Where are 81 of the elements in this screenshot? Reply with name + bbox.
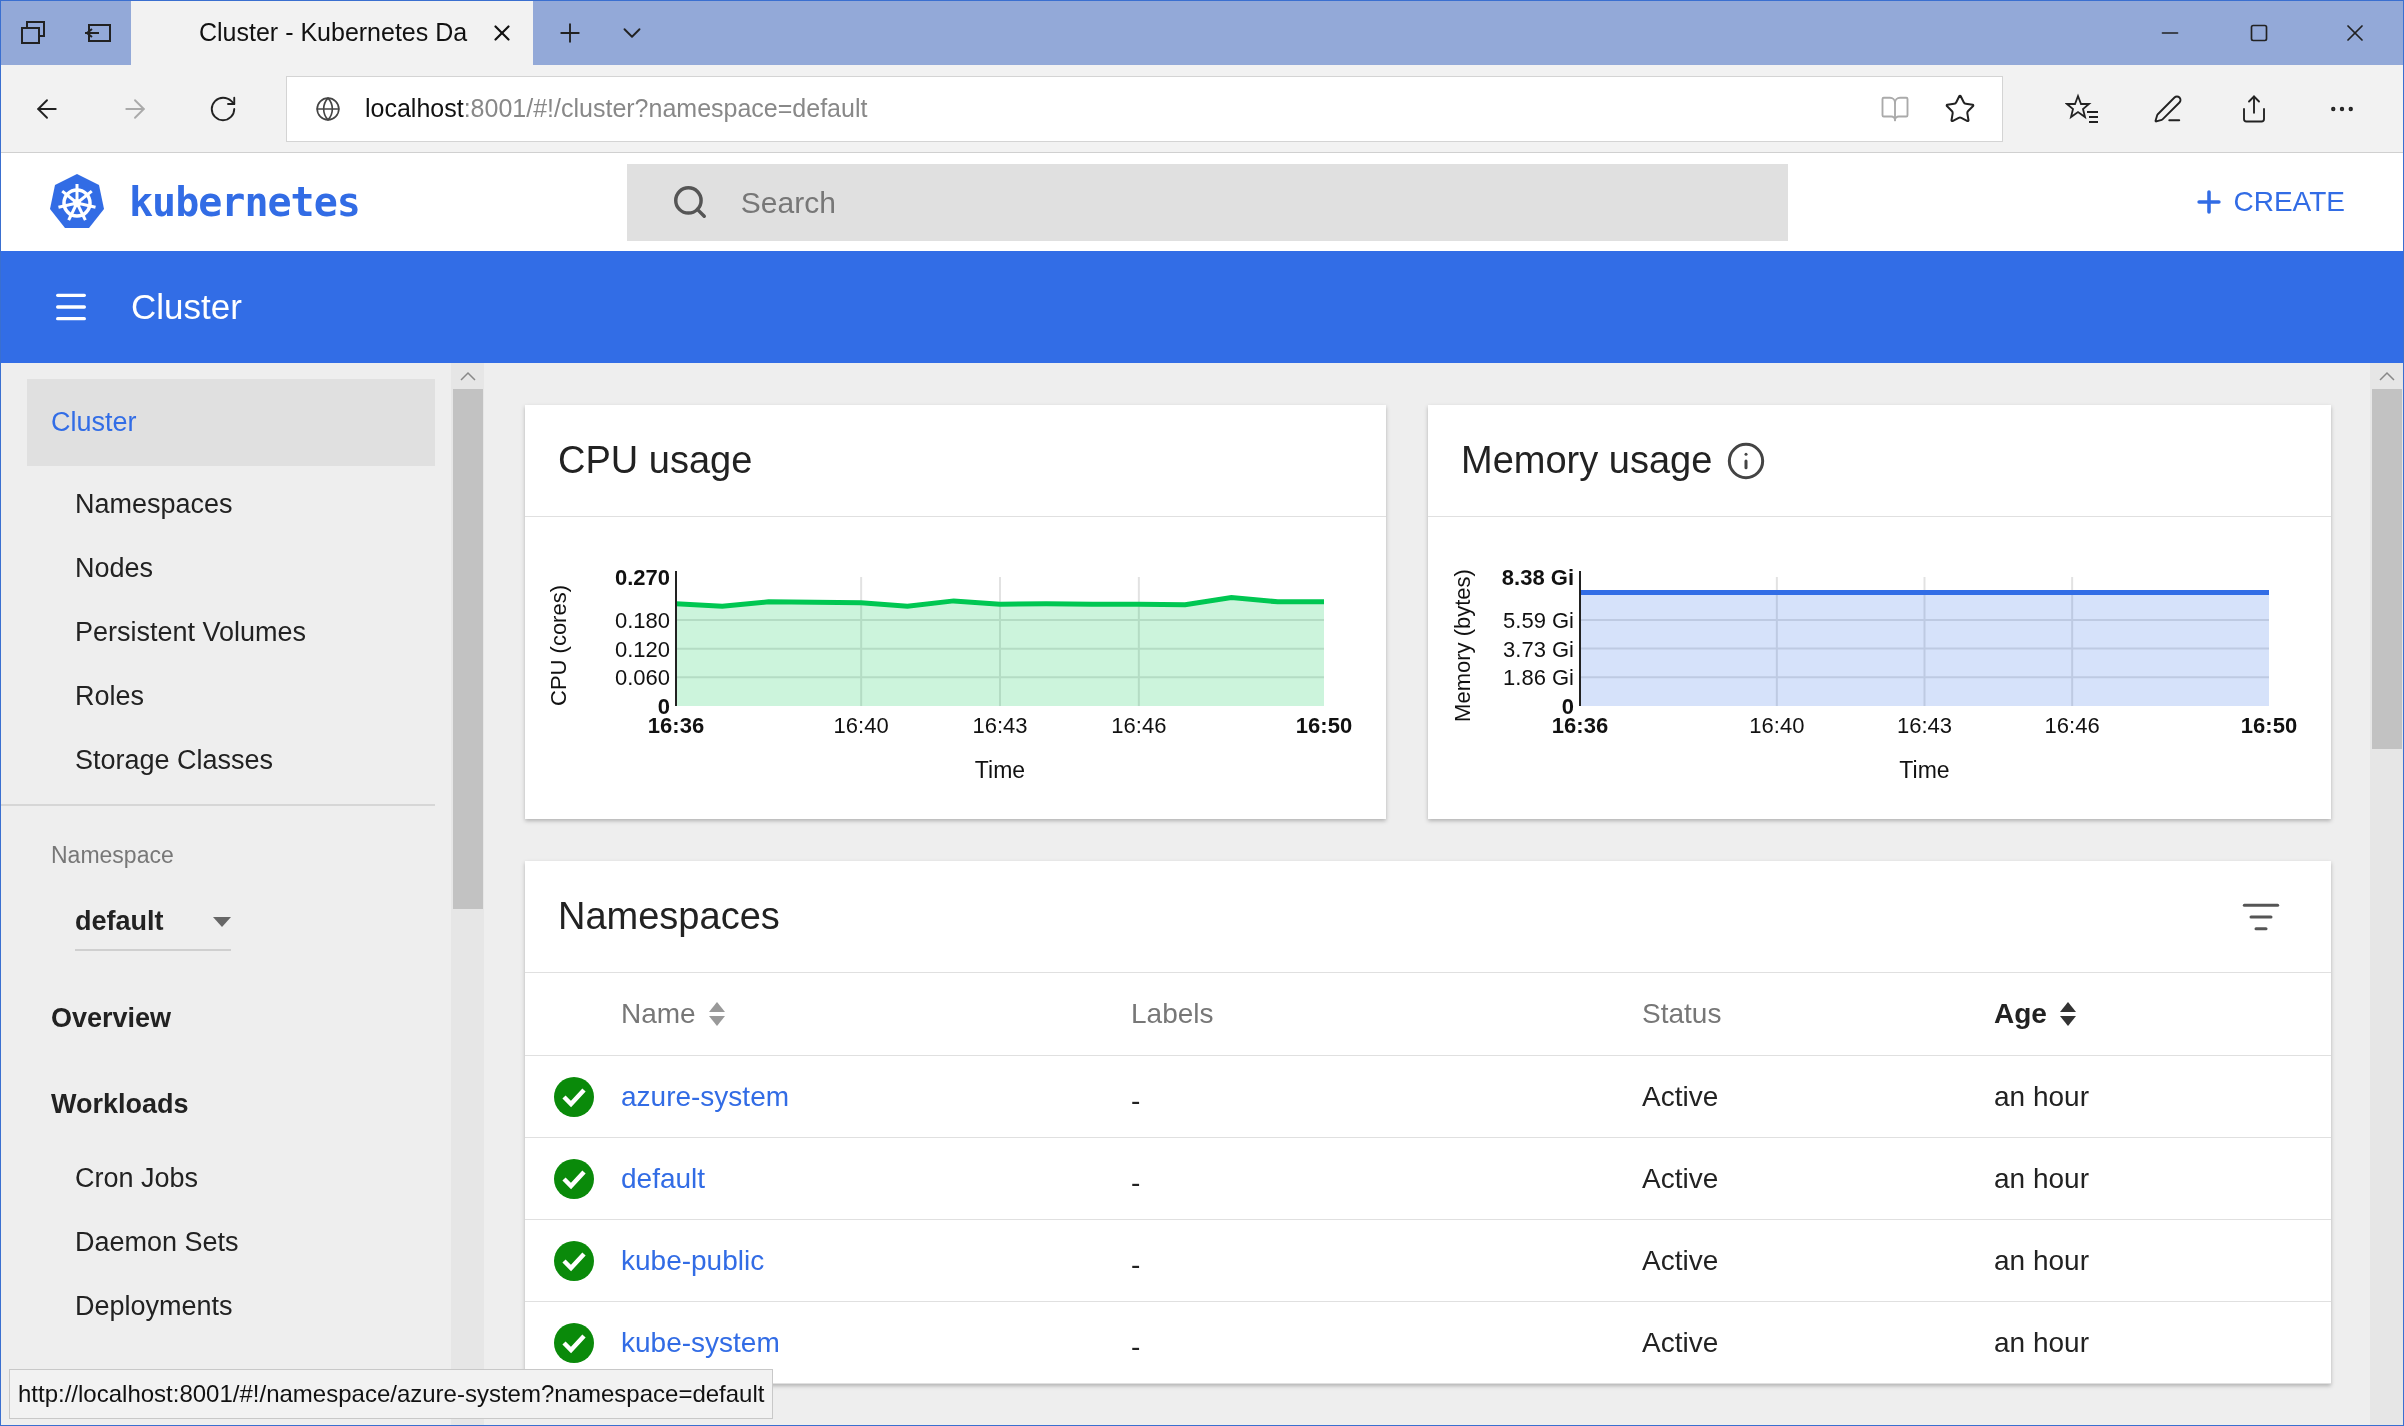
card-title: Memory usage [1461,438,1713,483]
axis-title: Time [1899,757,1950,783]
sidebar-item[interactable]: Workloads [27,1072,435,1137]
card-title: CPU usage [558,438,753,483]
axis-tick-label: 0.120 [614,636,670,662]
namespace-link[interactable]: kube-public [621,1239,765,1282]
axis-tick-label: 0.270 [614,565,670,590]
column-header[interactable]: Name [621,993,1131,1035]
check-icon [553,1239,595,1282]
scroll-up-icon[interactable] [2378,371,2395,381]
namespace-link[interactable]: kube-system [621,1321,780,1364]
table-cell-text: - [1131,1247,1141,1282]
browser-tab[interactable]: Cluster - Kubernetes Da [131,1,533,65]
axis-tick-label: 0.180 [614,608,670,633]
globe-icon [315,95,341,122]
sidebar-item[interactable]: Cluster [27,379,435,466]
sidebar-item[interactable]: Daemon Sets [27,1210,435,1275]
axis-tick-label: 0.060 [614,665,670,691]
table-cell-text: an hour [1994,1079,2089,1114]
table-cell-text: Active [1642,1243,1719,1278]
table-cell-text: an hour [1994,1325,2089,1360]
favorites-icon[interactable] [2065,92,2099,125]
sidebar-item[interactable]: Deployments [27,1274,435,1339]
sidebar-item[interactable]: Cron Jobs [27,1146,435,1211]
sidebar-item[interactable]: Overview [27,986,435,1051]
info-icon[interactable] [1726,440,1767,481]
table-cell-text: an hour [1994,1161,2089,1196]
column-header: Labels [1131,997,1215,1031]
axis-tick-label: 16:46 [1111,713,1167,738]
tabs-icon[interactable] [19,19,47,47]
maximize-icon[interactable] [2249,23,2269,43]
scroll-up-icon[interactable] [459,371,476,381]
check-icon [553,1157,595,1200]
table-cell-text: an hour [1994,1243,2089,1278]
table-cell-text: - [1131,1083,1141,1118]
column-header[interactable]: Age [1994,993,2331,1035]
create-button[interactable]: CREATE [2191,181,2345,223]
star-icon[interactable] [1944,92,1976,125]
url-text: localhost:8001/#!/cluster?namespace=default [365,92,868,124]
namespace-link[interactable]: azure-system [621,1075,790,1118]
axis-tick-label: 16:50 [2240,713,2298,738]
axis-tick-label: 16:46 [2044,713,2100,738]
table-cell-text: - [1131,1165,1141,1200]
axis-tick-label: 8.38 Gi [1501,565,1574,590]
sidebar-item[interactable]: Storage Classes [27,728,435,792]
scrollbar-thumb[interactable] [452,389,483,909]
caret-icon [213,916,231,927]
axis-tick-label: 16:43 [1896,713,1953,738]
axis-tick-label: 16:40 [1749,713,1805,738]
page-title: Cluster [131,285,242,328]
axis-tick-label: 16:50 [1295,713,1353,738]
logo-text: kubernetes [129,178,360,227]
table-cell-text: Active [1642,1079,1719,1114]
axis-title: CPU (cores) [546,585,571,706]
sidebar-item[interactable]: Persistent Volumes [27,600,435,664]
sidebar-item[interactable]: Namespaces [27,472,435,536]
axis-tick-label: 16:43 [972,713,1028,738]
check-icon [553,1075,595,1118]
axis-title: Memory (bytes) [1450,569,1475,722]
address-bar[interactable]: localhost:8001/#!/cluster?namespace=default [286,75,2003,142]
tab-title: Cluster - Kubernetes Da [199,17,468,49]
status-url-tooltip: http://localhost:8001/#!/namespace/azure-system?namespace=default [9,1369,774,1419]
card-title: Namespaces [558,894,780,939]
pen-icon[interactable] [2153,93,2183,124]
axis-tick-label: 5.59 Gi [1503,607,1574,633]
scrollbar-thumb[interactable] [2371,389,2402,749]
axis-tick-label: 3.73 Gi [1503,636,1574,662]
namespace-link[interactable]: default [621,1157,706,1200]
sidebar-item[interactable]: Roles [27,664,435,728]
column-header: Status [1642,997,1723,1031]
table-cell-text: Active [1642,1325,1719,1360]
check-icon [553,1321,595,1364]
table-cell-text: Active [1642,1161,1719,1196]
sort-icon[interactable] [2058,1000,2077,1028]
axis-tick-label: 1.86 Gi [1503,665,1574,691]
sidebar-item[interactable]: Nodes [27,536,435,600]
table-cell-text: - [1131,1329,1141,1364]
namespace-label: Namespace [51,841,175,870]
axis-tick-label: 16:40 [833,713,889,738]
namespace-select[interactable]: default [75,894,231,951]
axis-title: Time [974,757,1026,783]
